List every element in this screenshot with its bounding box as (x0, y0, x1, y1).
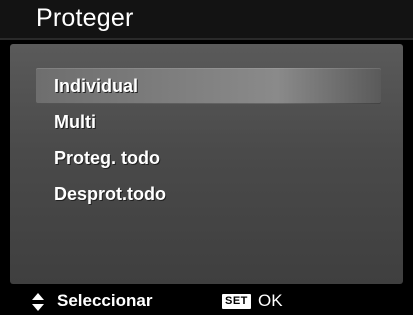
menu-item-label: Proteg. todo (54, 148, 160, 168)
menu-item-individual[interactable]: Individual (36, 68, 381, 104)
menu-item-multi[interactable]: Multi (36, 104, 381, 140)
ok-hint-label: OK (258, 291, 283, 310)
set-button-icon: SET (222, 294, 251, 309)
camera-menu-screen: Proteger Individual Multi Proteg. todo D… (0, 0, 413, 315)
title-bar: Proteger (0, 0, 413, 40)
menu-item-protect-all[interactable]: Proteg. todo (36, 140, 381, 176)
up-down-arrows-icon (32, 293, 44, 311)
status-bar: Seleccionar SET OK (0, 288, 413, 315)
select-hint-label: Seleccionar (57, 291, 153, 310)
menu-item-unprotect-all[interactable]: Desprot.todo (36, 176, 381, 212)
menu-item-label: Individual (54, 76, 139, 96)
page-title: Proteger (36, 4, 134, 32)
menu-item-label: Multi (54, 112, 96, 132)
menu-list: Individual Multi Proteg. todo Desprot.to… (36, 68, 381, 212)
menu-item-label: Desprot.todo (54, 184, 166, 204)
